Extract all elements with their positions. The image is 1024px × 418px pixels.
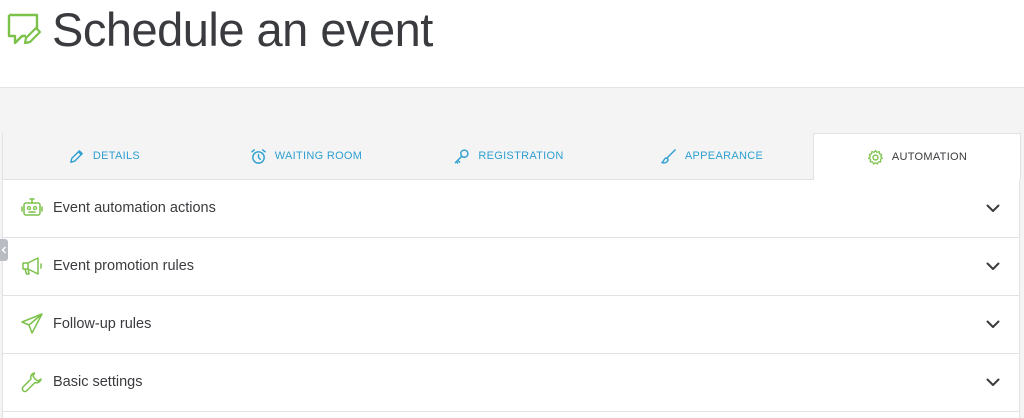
- panel-label: Basic settings: [53, 374, 143, 390]
- robot-icon: [21, 198, 43, 216]
- sidebar-collapse-handle[interactable]: [0, 239, 8, 261]
- tab-waiting-room[interactable]: WAITING ROOM: [205, 133, 407, 180]
- panel-label: Event automation actions: [53, 200, 216, 216]
- wrench-icon: [21, 372, 42, 393]
- event-settings-card: DETAILS WAITING ROOM REGISTRATION APPEAR…: [2, 133, 1021, 418]
- megaphone-icon: [22, 257, 42, 275]
- chevron-down-icon[interactable]: [985, 374, 1001, 390]
- tab-automation[interactable]: AUTOMATION: [813, 133, 1021, 180]
- tab-appearance[interactable]: APPEARANCE: [610, 133, 813, 180]
- alarm-clock-icon: [250, 148, 266, 164]
- brush-icon: [661, 148, 676, 164]
- paper-plane-icon: [21, 313, 43, 334]
- panel-label: Follow-up rules: [53, 316, 152, 332]
- tab-label: WAITING ROOM: [274, 150, 363, 162]
- tab-bar: DETAILS WAITING ROOM REGISTRATION APPEAR…: [3, 133, 1021, 180]
- chevron-down-icon[interactable]: [985, 258, 1001, 274]
- chevron-down-icon[interactable]: [985, 200, 1001, 216]
- key-icon: [454, 148, 469, 164]
- panel-event-promotion-rules[interactable]: Event promotion rules: [3, 238, 1019, 296]
- panel-event-automation-actions[interactable]: Event automation actions: [3, 180, 1019, 238]
- page-title: Schedule an event: [52, 3, 433, 56]
- chevron-down-icon[interactable]: [985, 316, 1001, 332]
- chat-edit-icon: [7, 13, 42, 45]
- panel-basic-settings[interactable]: Basic settings: [3, 354, 1019, 412]
- page-header: Schedule an event: [0, 0, 1024, 88]
- chevron-left-icon: [1, 246, 6, 254]
- tab-label: DETAILS: [92, 150, 141, 162]
- tab-registration[interactable]: REGISTRATION: [407, 133, 610, 180]
- tab-label: APPEARANCE: [684, 150, 764, 162]
- tab-label: AUTOMATION: [891, 151, 968, 163]
- tab-details[interactable]: DETAILS: [3, 133, 205, 180]
- pencil-icon: [70, 149, 83, 163]
- panel-follow-up-rules[interactable]: Follow-up rules: [3, 296, 1019, 354]
- panel-label: Event promotion rules: [53, 258, 195, 274]
- tab-label: REGISTRATION: [478, 150, 564, 162]
- gear-icon: [867, 149, 883, 165]
